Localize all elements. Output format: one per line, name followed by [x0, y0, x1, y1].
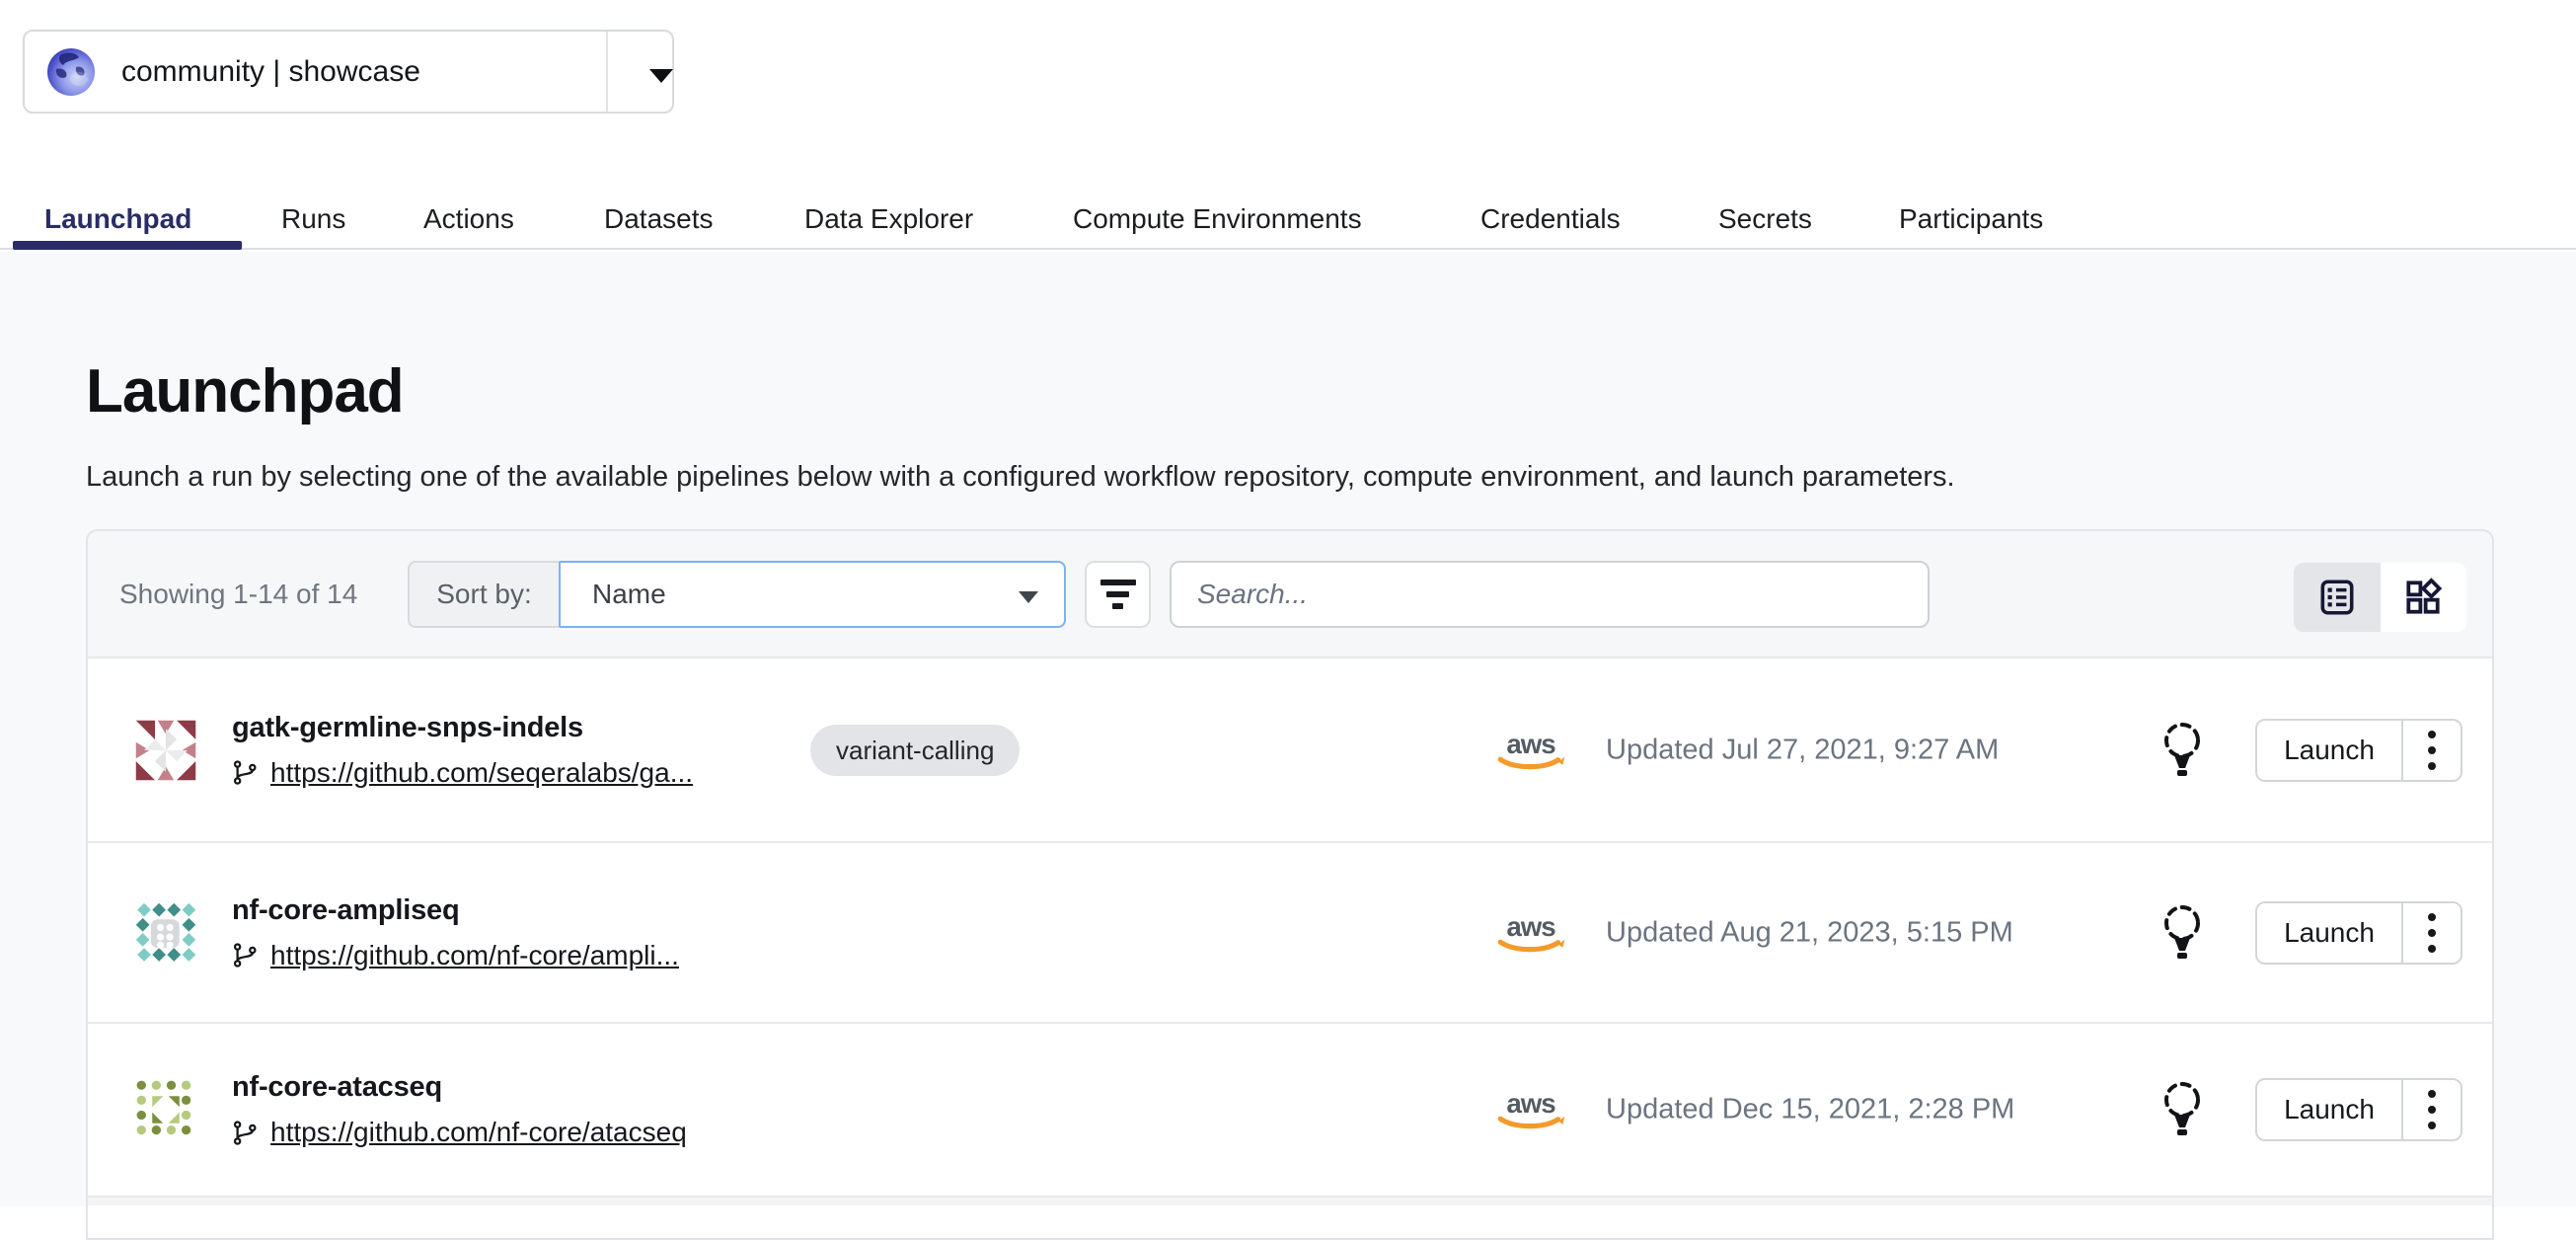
row-menu-button[interactable]	[2401, 903, 2461, 963]
launch-split-button: Launch	[2255, 901, 2462, 965]
view-mode-toggle	[2294, 563, 2466, 632]
workspace-selector[interactable]: community | showcase	[23, 30, 674, 114]
pipeline-repo-link[interactable]: https://github.com/seqeralabs/ga...	[270, 757, 693, 789]
tab-actions[interactable]: Actions	[423, 203, 514, 235]
page-subtitle: Launch a run by selecting one of the ava…	[86, 461, 1955, 494]
aws-logo-icon: aws	[1493, 908, 1568, 958]
row-menu-button[interactable]	[2401, 721, 2461, 780]
row-divider	[88, 1196, 2492, 1205]
filter-button[interactable]	[1085, 561, 1151, 628]
pipeline-row: nf-core-atacseq https://github.com/nf-co…	[88, 1022, 2492, 1196]
sort-selected-value: Name	[592, 579, 666, 610]
launch-button[interactable]: Launch	[2257, 721, 2401, 780]
pipeline-name: nf-core-atacseq	[232, 1071, 687, 1104]
aws-logo-icon: aws	[1493, 1085, 1568, 1134]
globe-icon	[46, 47, 96, 97]
launch-split-button: Launch	[2255, 1078, 2462, 1141]
launch-split-button: Launch	[2255, 719, 2462, 782]
pipeline-row: gatk-germline-snps-indels https://github…	[88, 659, 2492, 841]
grid-view-icon	[2402, 577, 2444, 618]
tab-secrets[interactable]: Secrets	[1718, 203, 1812, 235]
list-view-icon	[2316, 577, 2358, 618]
search-input[interactable]	[1170, 561, 1930, 628]
git-branch-icon	[232, 759, 259, 786]
pipeline-logo-ampliseq	[133, 900, 198, 966]
sort-control: Sort by: Name	[408, 561, 1066, 628]
tab-participants[interactable]: Participants	[1899, 203, 2043, 235]
pipeline-name: gatk-germline-snps-indels	[232, 712, 693, 744]
sort-by-label: Sort by:	[408, 561, 559, 628]
pipeline-logo-atacseq	[133, 1077, 198, 1142]
page-title: Launchpad	[86, 356, 404, 426]
launch-button[interactable]: Launch	[2257, 903, 2401, 963]
kebab-icon	[2428, 1090, 2436, 1098]
svg-text:aws: aws	[1506, 729, 1555, 759]
results-count: Showing 1-14 of 14	[119, 531, 357, 657]
git-branch-icon	[232, 942, 259, 969]
top-navigation-bar: community | showcase Launchpad Runs Acti…	[0, 0, 2576, 250]
lightbulb-icon[interactable]	[2159, 720, 2206, 781]
lightbulb-icon[interactable]	[2159, 1079, 2206, 1140]
tab-runs[interactable]: Runs	[281, 203, 345, 235]
grid-view-button[interactable]	[2381, 563, 2467, 632]
tab-credentials[interactable]: Credentials	[1480, 203, 1621, 235]
pipeline-name: nf-core-ampliseq	[232, 894, 679, 927]
pipelines-card: Showing 1-14 of 14 Sort by: Name	[86, 529, 2494, 1240]
updated-timestamp: Updated Jul 27, 2021, 9:27 AM	[1606, 734, 1999, 766]
tab-compute-environments[interactable]: Compute Environments	[1073, 203, 1362, 235]
svg-text:aws: aws	[1506, 1088, 1555, 1119]
aws-logo-icon: aws	[1493, 726, 1568, 775]
selector-divider	[606, 32, 608, 112]
pipeline-repo-link[interactable]: https://github.com/nf-core/ampli...	[270, 940, 679, 971]
sort-select[interactable]: Name	[559, 561, 1066, 628]
pipeline-repo-link[interactable]: https://github.com/nf-core/atacseq	[270, 1117, 687, 1148]
page-content: Launchpad Launch a run by selecting one …	[0, 252, 2576, 1206]
active-tab-indicator	[13, 241, 242, 250]
tab-data-explorer[interactable]: Data Explorer	[804, 203, 973, 235]
updated-timestamp: Updated Dec 15, 2021, 2:28 PM	[1606, 1094, 2014, 1126]
svg-text:aws: aws	[1506, 911, 1555, 942]
row-menu-button[interactable]	[2401, 1080, 2461, 1139]
filter-icon	[1100, 580, 1136, 585]
pipeline-logo-gatk	[133, 718, 198, 783]
list-view-button[interactable]	[2294, 563, 2381, 632]
chevron-down-icon	[1019, 591, 1038, 603]
pipeline-row: nf-core-ampliseq https://github.com/nf-c…	[88, 841, 2492, 1022]
tab-datasets[interactable]: Datasets	[604, 203, 714, 235]
pipeline-tag-badge: variant-calling	[810, 725, 1020, 776]
kebab-icon	[2428, 913, 2436, 921]
workspace-name: community | showcase	[121, 55, 420, 89]
git-branch-icon	[232, 1120, 259, 1146]
lightbulb-icon[interactable]	[2159, 902, 2206, 964]
tab-launchpad[interactable]: Launchpad	[44, 203, 191, 235]
kebab-icon	[2428, 731, 2436, 738]
chevron-down-icon[interactable]	[649, 69, 673, 83]
launch-button[interactable]: Launch	[2257, 1080, 2401, 1139]
list-toolbar: Showing 1-14 of 14 Sort by: Name	[88, 531, 2492, 659]
updated-timestamp: Updated Aug 21, 2023, 5:15 PM	[1606, 916, 2013, 949]
